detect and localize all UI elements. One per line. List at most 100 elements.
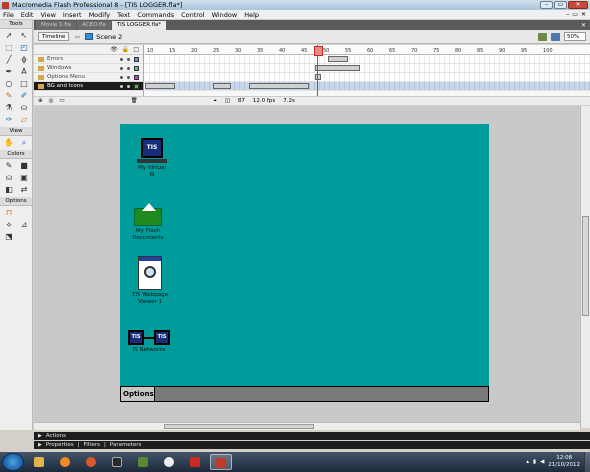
text-tool-icon[interactable]: A (18, 67, 30, 77)
options-bar[interactable]: Options (120, 386, 489, 402)
eraser-tool-icon[interactable]: ▱ (18, 115, 30, 125)
line-tool-icon[interactable]: ╱ (3, 55, 15, 65)
pen-tool-icon[interactable]: ✒ (3, 67, 15, 77)
minimize-button[interactable]: – (540, 1, 553, 9)
ink-bottle-tool-icon[interactable]: ⚗ (3, 103, 15, 113)
stage[interactable]: TIS My Virtual IS My Flash Documents TIS… (120, 124, 489, 402)
menu-text[interactable]: Text (117, 11, 130, 19)
is-networks-icon[interactable]: TIS TIS IS Networks (127, 330, 171, 354)
oval-tool-icon[interactable]: ○ (3, 79, 15, 89)
selection-tool-icon[interactable]: ➚ (3, 31, 15, 41)
media-player-taskbar-icon[interactable] (54, 454, 76, 470)
delete-layer-icon[interactable]: 🗑 (131, 98, 138, 104)
lock-icon[interactable]: 🔒 (122, 46, 129, 53)
tis-webpage-viewer-icon[interactable]: TIS Webpage Viewer 1 (131, 256, 169, 306)
center-frame-icon[interactable]: ⌖ (214, 98, 217, 105)
horizontal-scrollbar[interactable] (34, 422, 580, 430)
tab-parameters[interactable]: Parameters (110, 442, 141, 448)
edit-symbols-icon[interactable] (551, 32, 560, 41)
frame-row-errors[interactable] (145, 55, 590, 64)
frame-row-options-menu[interactable] (145, 73, 590, 82)
stroke-swatch-icon[interactable]: ■ (18, 161, 30, 171)
chrome-taskbar-icon[interactable] (158, 454, 180, 470)
doc-close-button[interactable]: ✕ (581, 11, 586, 18)
scale-option-icon[interactable]: ⬔ (3, 232, 15, 242)
close-tab-icon[interactable]: ✕ (581, 21, 586, 30)
zoom-tool-icon[interactable]: ⌕ (18, 138, 30, 148)
tab-filters[interactable]: Filters (84, 442, 101, 448)
my-virtual-is-icon[interactable]: TIS My Virtual IS (135, 138, 169, 179)
layer-options-menu[interactable]: Options Menu (34, 73, 143, 82)
straighten-option-icon[interactable]: ⟡ (3, 220, 15, 230)
explorer-taskbar-icon[interactable] (28, 454, 50, 470)
free-transform-tool-icon[interactable]: ⬚ (3, 43, 15, 53)
menu-insert[interactable]: Insert (63, 11, 82, 19)
default-colors-icon[interactable]: ◧ (3, 185, 15, 195)
eyedropper-tool-icon[interactable]: ✑ (3, 115, 15, 125)
menu-view[interactable]: View (40, 11, 55, 19)
zoom-select[interactable]: 50% (564, 32, 586, 41)
menu-window[interactable]: Window (212, 11, 238, 19)
maximize-button[interactable]: ▭ (554, 1, 567, 9)
frame-row-windows[interactable] (145, 64, 590, 73)
properties-panel-bar[interactable]: ▶ Properties | Filters | Parameters (34, 441, 590, 449)
stroke-color-icon[interactable]: ✎ (3, 161, 15, 171)
fill-color-icon[interactable]: ⛀ (3, 173, 15, 183)
doc-restore-button[interactable]: ▭ (572, 11, 578, 18)
menu-commands[interactable]: Commands (137, 11, 174, 19)
options-button[interactable]: Options (121, 387, 155, 401)
onion-skin-icon[interactable]: ◫ (225, 98, 230, 105)
start-button[interactable] (2, 453, 24, 471)
outline-icon[interactable]: □ (133, 46, 139, 53)
paint-bucket-tool-icon[interactable]: ⛀ (18, 103, 30, 113)
close-button[interactable]: ✕ (568, 1, 588, 9)
show-hide-icon[interactable]: 👁 (110, 46, 118, 53)
frame-ruler[interactable]: 10 15 20 25 30 35 40 45 50 55 60 65 70 75 80 85 90 95 100 (145, 45, 590, 55)
menu-edit[interactable]: Edit (21, 11, 34, 19)
doc-minimize-button[interactable]: – (566, 11, 569, 18)
actions-panel-bar[interactable]: ▶ Actions (34, 432, 590, 440)
menu-help[interactable]: Help (244, 11, 259, 19)
insert-folder-icon[interactable]: ▭ (59, 98, 64, 104)
menu-file[interactable]: File (3, 11, 14, 19)
subselection-tool-icon[interactable]: ↖ (18, 31, 30, 41)
timeline-toggle-button[interactable]: Timeline (38, 32, 70, 41)
edit-scene-icon[interactable] (538, 32, 547, 41)
add-motion-guide-icon[interactable]: ◎ (49, 98, 54, 104)
show-hidden-icons-icon[interactable]: ▴ (526, 459, 529, 465)
volume-tray-icon[interactable]: ◀ (540, 459, 544, 465)
clock[interactable]: 12:08 21/10/2012 (548, 455, 580, 469)
vertical-scroll-thumb[interactable] (582, 216, 589, 316)
snap-magnet-icon[interactable]: ⊓ (3, 208, 15, 218)
tab-tis-logger[interactable]: TIS LOGGER.fla* (111, 21, 167, 30)
my-flash-documents-icon[interactable]: My Flash Documents (132, 203, 164, 242)
layer-bg-and-icons[interactable]: BG and Icons (34, 82, 143, 91)
firefox-taskbar-icon[interactable] (80, 454, 102, 470)
layer-errors[interactable]: Errors (34, 55, 143, 64)
insert-layer-icon[interactable]: ⊕ (38, 98, 43, 104)
flash-taskbar-icon[interactable] (210, 454, 232, 470)
tab-properties[interactable]: Properties (46, 442, 74, 448)
smooth-option-icon[interactable] (18, 208, 30, 218)
tab-aceo[interactable]: ACEO.fla (77, 21, 111, 30)
back-arrow-icon[interactable]: ⇦ (74, 33, 80, 41)
pencil-tool-icon[interactable]: ✎ (3, 91, 15, 101)
layer-windows[interactable]: Windows (34, 64, 143, 73)
tab-movie1[interactable]: Movie 1.fla (36, 21, 77, 30)
rotate-option-icon[interactable]: ⊿ (18, 220, 30, 230)
terminal-taskbar-icon[interactable] (106, 454, 128, 470)
brush-tool-icon[interactable]: ✐ (18, 91, 30, 101)
menu-control[interactable]: Control (181, 11, 205, 19)
frame-row-bg-and-icons[interactable] (145, 82, 590, 91)
vertical-scrollbar[interactable] (580, 106, 590, 428)
mario-taskbar-icon[interactable] (184, 454, 206, 470)
show-desktop-button[interactable] (584, 452, 590, 472)
lasso-tool-icon[interactable]: ϕ (18, 55, 30, 65)
horizontal-scroll-thumb[interactable] (164, 424, 314, 429)
fill-swatch-icon[interactable]: ▣ (18, 173, 30, 183)
minecraft-taskbar-icon[interactable] (132, 454, 154, 470)
swap-colors-icon[interactable]: ⇄ (18, 185, 30, 195)
rectangle-tool-icon[interactable]: □ (18, 79, 30, 89)
network-tray-icon[interactable]: ▮ (533, 459, 536, 465)
fill-transform-tool-icon[interactable]: ◰ (18, 43, 30, 53)
